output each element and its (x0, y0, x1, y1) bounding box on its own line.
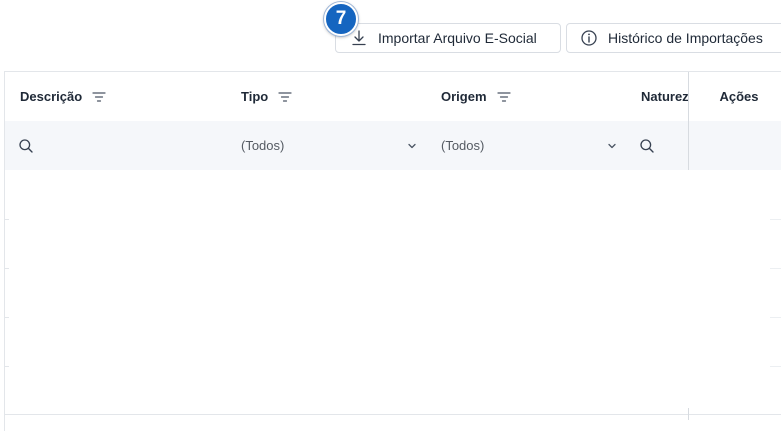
column-label-origem: Origem (441, 89, 487, 104)
row-divider (4, 317, 9, 318)
row-divider (4, 268, 9, 269)
grid-body (4, 170, 781, 432)
column-label-acoes: Ações (719, 89, 759, 104)
download-icon (350, 29, 368, 47)
import-esocial-button[interactable]: Importar Arquivo E-Social (335, 23, 561, 53)
import-esocial-label: Importar Arquivo E-Social (378, 30, 537, 46)
filter-lines-icon[interactable] (278, 91, 292, 103)
fixed-column-divider (688, 72, 689, 182)
data-grid: Descrição Tipo Origem Natureza Ações (4, 71, 781, 432)
import-history-label: Histórico de Importações (608, 30, 763, 46)
column-header-tipo[interactable]: Tipo (241, 72, 421, 121)
natureza-search-input[interactable] (639, 121, 679, 170)
row-divider (770, 219, 781, 220)
row-divider (770, 317, 781, 318)
filter-lines-icon[interactable] (92, 91, 106, 103)
step-badge: 7 (324, 2, 358, 36)
origem-filter-value: (Todos) (441, 138, 485, 153)
search-icon (639, 138, 655, 154)
row-divider (770, 268, 781, 269)
column-header-origem[interactable]: Origem (441, 72, 621, 121)
filter-lines-icon[interactable] (496, 91, 511, 103)
grid-bottom-border (5, 414, 781, 415)
row-divider (770, 366, 781, 367)
toolbar: Importar Arquivo E-Social Histórico de I… (0, 0, 781, 70)
origem-filter-select[interactable]: (Todos) (441, 121, 617, 170)
chevron-down-icon (607, 141, 617, 151)
grid-filter-row: (Todos) (Todos) (5, 121, 781, 171)
import-history-button[interactable]: Histórico de Importações (566, 23, 781, 53)
search-icon (18, 138, 34, 154)
row-divider (4, 366, 9, 367)
column-label-descricao: Descrição (20, 89, 83, 104)
tipo-filter-select[interactable]: (Todos) (241, 121, 417, 170)
column-header-acoes: Ações (689, 72, 781, 121)
acoes-filter-cell (689, 121, 781, 170)
info-icon (580, 29, 598, 47)
column-label-tipo: Tipo (241, 89, 269, 104)
chevron-down-icon (407, 141, 417, 151)
descricao-search-input[interactable] (18, 121, 218, 170)
column-header-descricao[interactable]: Descrição (20, 72, 220, 121)
grid-header-row: Descrição Tipo Origem Natureza Ações (5, 72, 781, 122)
row-divider (4, 219, 9, 220)
tipo-filter-value: (Todos) (241, 138, 285, 153)
fixed-column-divider (688, 408, 689, 420)
column-label-natureza: Natureza (641, 89, 688, 104)
column-header-natureza[interactable]: Natureza (641, 72, 688, 121)
